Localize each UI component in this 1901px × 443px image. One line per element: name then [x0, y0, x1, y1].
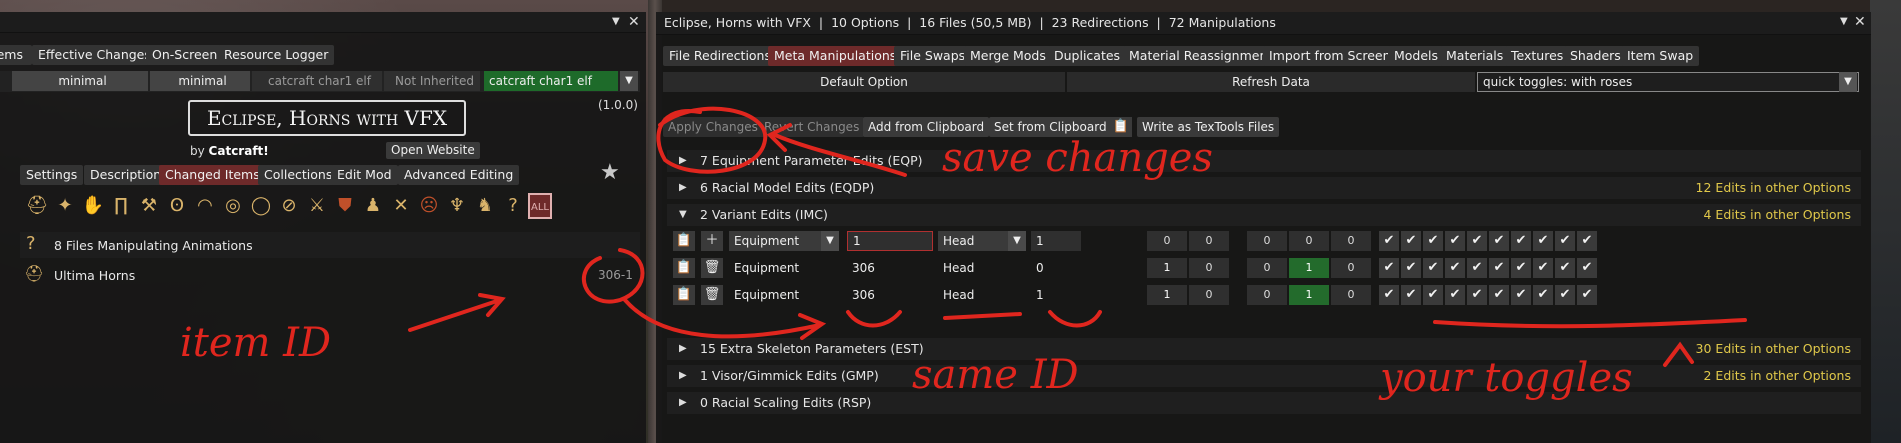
save-arrow — [766, 123, 907, 177]
annotation-same-id: same ID — [912, 352, 1079, 398]
id-circle — [581, 248, 645, 304]
id-underline-2 — [943, 312, 1022, 320]
toggles-underline — [1433, 318, 1747, 329]
apply-circle — [656, 106, 768, 174]
annotation-item-id: item ID — [180, 320, 332, 366]
id-underline-1 — [846, 310, 902, 328]
annotation-your-toggles: your toggles — [1380, 355, 1633, 401]
id-underline-3 — [1048, 310, 1102, 328]
annotation-save-changes: save changes — [942, 135, 1213, 181]
toggles-arrow — [1663, 341, 1694, 367]
item-id-arrow — [408, 293, 506, 332]
id-arrow — [623, 298, 827, 340]
